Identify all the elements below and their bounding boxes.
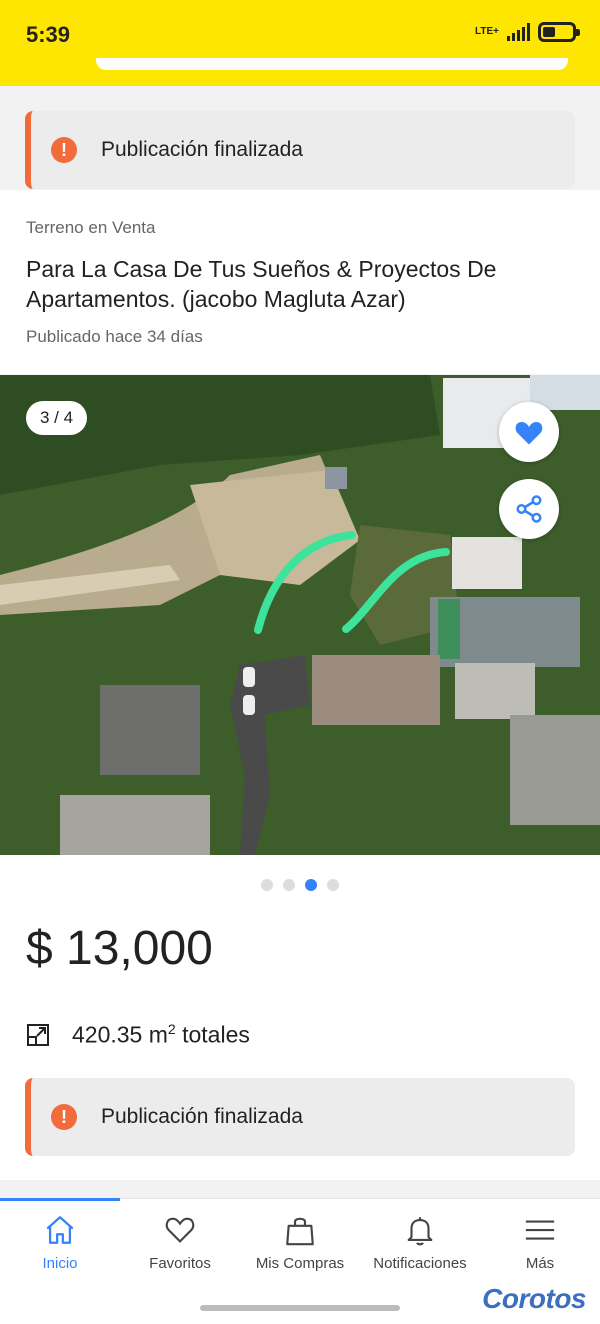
favorite-button[interactable] bbox=[499, 402, 559, 462]
share-button[interactable] bbox=[499, 479, 559, 539]
listing-ended-banner: ! Publicación finalizada bbox=[25, 111, 575, 189]
banner-text: Publicación finalizada bbox=[101, 1105, 303, 1128]
alert-icon: ! bbox=[51, 1104, 77, 1130]
status-icons: LTE+ bbox=[475, 22, 580, 42]
home-icon bbox=[46, 1216, 74, 1244]
tab-favoritos[interactable]: Favoritos bbox=[120, 1213, 240, 1272]
bottom-navigation: Inicio Favoritos Mis Compras Notificacio… bbox=[0, 1198, 600, 1324]
heart-icon bbox=[515, 422, 543, 445]
pagination-dot-active[interactable] bbox=[305, 879, 317, 891]
address-bar[interactable] bbox=[96, 58, 568, 70]
alert-icon: ! bbox=[51, 137, 77, 163]
listing-info: Terreno en Venta Para La Casa De Tus Sue… bbox=[0, 190, 600, 374]
network-type: LTE+ bbox=[475, 26, 499, 37]
listing-photo[interactable]: 3 / 4 bbox=[0, 375, 600, 855]
banner-text: Publicación finalizada bbox=[101, 138, 303, 161]
gallery-pagination[interactable] bbox=[0, 879, 600, 891]
price: $ 13,000 bbox=[26, 922, 213, 975]
pagination-dot[interactable] bbox=[283, 879, 295, 891]
tab-label: Notificaciones bbox=[373, 1255, 467, 1272]
tab-mis-compras[interactable]: Mis Compras bbox=[240, 1213, 360, 1272]
battery-icon bbox=[538, 22, 580, 42]
heart-icon bbox=[165, 1217, 195, 1243]
photo-counter: 3 / 4 bbox=[26, 401, 88, 435]
signal-icon bbox=[507, 23, 530, 41]
area-text: 420.35 m2 totales bbox=[72, 1021, 250, 1048]
listing-ended-banner-bottom: ! Publicación finalizada bbox=[25, 1078, 575, 1156]
listing-title: Para La Casa De Tus Sueños & Proyectos D… bbox=[26, 256, 497, 312]
status-bar: 5:39 LTE+ bbox=[0, 0, 600, 86]
pagination-dot[interactable] bbox=[327, 879, 339, 891]
bell-icon bbox=[407, 1217, 433, 1246]
published-date: Publicado hace 34 días bbox=[26, 327, 203, 346]
tab-label: Mis Compras bbox=[255, 1255, 345, 1272]
brand-watermark: Corotos bbox=[482, 1283, 586, 1314]
tab-label: Inicio bbox=[42, 1255, 78, 1272]
active-tab-indicator bbox=[0, 1198, 120, 1201]
tab-notificaciones[interactable]: Notificaciones bbox=[360, 1213, 480, 1272]
shopping-bag-icon bbox=[286, 1217, 314, 1246]
tab-mas[interactable]: Más bbox=[480, 1213, 600, 1272]
pagination-dot[interactable] bbox=[261, 879, 273, 891]
share-icon bbox=[516, 495, 542, 523]
home-indicator bbox=[200, 1305, 400, 1311]
area-icon bbox=[27, 1023, 49, 1046]
tab-inicio[interactable]: Inicio bbox=[0, 1213, 120, 1272]
menu-icon bbox=[525, 1220, 555, 1240]
area-row: 420.35 m2 totales bbox=[26, 1021, 250, 1049]
listing-category: Terreno en Venta bbox=[26, 218, 156, 237]
status-time: 5:39 bbox=[26, 22, 71, 47]
tab-label: Más bbox=[525, 1255, 555, 1272]
tab-label: Favoritos bbox=[149, 1255, 211, 1272]
